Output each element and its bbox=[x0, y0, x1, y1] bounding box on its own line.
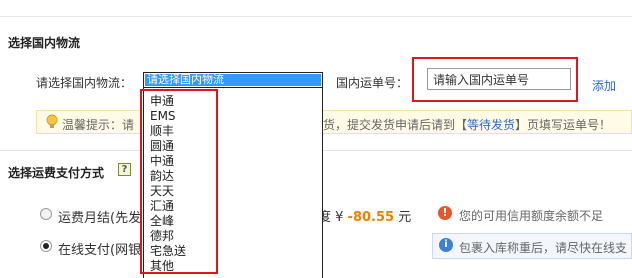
credit-amount: 度 ¥ -80.55 元 bbox=[318, 210, 412, 225]
radio-monthly[interactable] bbox=[40, 208, 52, 220]
logistics-select-value: 请选择国内物流 bbox=[145, 74, 321, 86]
section-title-payment: 选择运费支付方式 bbox=[8, 166, 105, 180]
radio-online[interactable] bbox=[40, 240, 52, 252]
info-text: 包裹入库称重后，请尽快在线支 bbox=[459, 241, 628, 255]
tip-text-right: 货，提交发货申请后请到【等待发货】页填写运单号！ bbox=[323, 118, 612, 132]
logistics-select[interactable]: 请选择国内物流 bbox=[143, 72, 323, 88]
logistics-label: 请选择国内物流： bbox=[36, 76, 133, 90]
help-icon[interactable]: ? bbox=[118, 163, 131, 176]
tracking-label: 国内运单号： bbox=[336, 76, 409, 90]
info-icon: i bbox=[439, 238, 453, 252]
add-link[interactable]: 添加 bbox=[592, 77, 616, 94]
lightbulb-icon bbox=[46, 114, 58, 128]
tracking-number-input[interactable] bbox=[427, 68, 571, 90]
highlight-box-options bbox=[140, 89, 218, 274]
tip-text-left: 温馨提示：请 bbox=[62, 118, 135, 132]
online-option-label: 在线支付(网银 bbox=[58, 243, 142, 258]
warning-icon: ! bbox=[438, 206, 452, 220]
section-header bbox=[0, 17, 632, 61]
credit-warning-text: 您的可用信用额度余额不足 bbox=[459, 209, 604, 223]
section-title-logistics: 选择国内物流 bbox=[8, 36, 81, 50]
waiting-shipment-link[interactable]: 等待发货 bbox=[467, 118, 515, 132]
monthly-option-label: 运费月结(先发 bbox=[58, 211, 142, 226]
